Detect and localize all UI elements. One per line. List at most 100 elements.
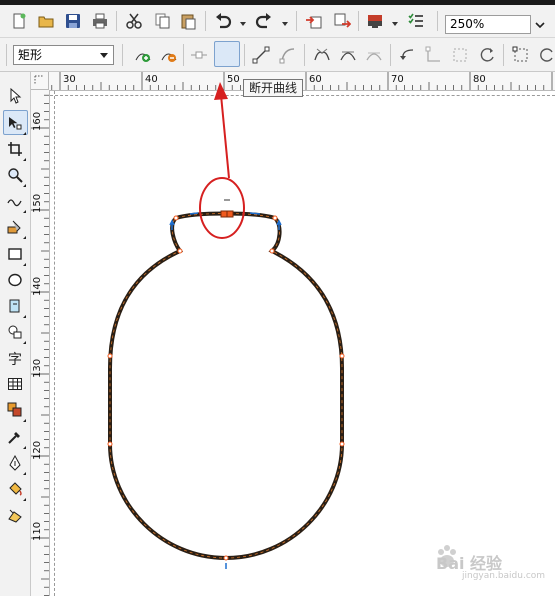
ruler-label: 70 [391,74,404,85]
break-curve-button-highlight [214,41,240,67]
flyout-indicator [23,472,26,475]
interactive-tool-icon[interactable] [5,400,25,420]
ruler-label: 80 [473,74,486,85]
separator [437,11,438,31]
separator [183,44,184,66]
options-icon[interactable] [405,10,427,32]
ruler-origin-corner[interactable] [31,72,49,90]
text-tool-icon[interactable]: 字 [5,348,25,368]
flyout-indicator [23,158,26,161]
redo-dropdown-arrow[interactable] [282,22,288,26]
ruler-label: 120 [32,440,43,460]
eyedropper-icon[interactable] [5,427,25,447]
delete-node-icon[interactable] [158,44,180,66]
interactive-fill-icon[interactable] [5,505,25,525]
flyout-indicator [23,132,26,135]
save-icon[interactable] [62,10,84,32]
flyout-indicator [23,315,26,318]
to-line-icon[interactable] [250,44,272,66]
page-border-left [54,91,55,596]
open-icon[interactable] [35,10,57,32]
chevron-down-icon [100,53,108,58]
undo-icon[interactable] [212,10,234,32]
auto-close-icon[interactable] [476,44,498,66]
zoom-level-value: 250% [450,17,485,31]
zoom-level-combo[interactable]: 250% [445,15,531,34]
shape-type-value: 矩形 [18,48,43,62]
add-node-icon[interactable] [132,44,154,66]
ruler-label: 30 [63,74,76,85]
standard-toolbar: 250% [0,5,555,38]
grip-handle[interactable] [6,44,7,66]
copy-icon[interactable] [151,10,173,32]
cut-icon[interactable] [123,10,145,32]
pick-tool-icon[interactable] [5,86,25,106]
ruler-label: 150 [32,193,43,213]
shape-tool-icon[interactable] [5,113,25,133]
baidu-watermark-logo: Bai 经验 jingyan.baidu.com [418,538,545,590]
paste-icon[interactable] [177,10,199,32]
rectangle-tool-icon[interactable] [5,244,25,264]
crop-tool-icon[interactable] [5,139,25,159]
svg-text:字: 字 [8,352,22,366]
vertical-ruler[interactable]: 160 150 140 130 120 110 [31,90,50,596]
drawing-canvas[interactable] [50,91,555,596]
watermark-url: jingyan.baidu.com [462,571,546,581]
zoom-tool-icon[interactable] [5,165,25,185]
cusp-node-icon[interactable] [311,44,333,66]
break-curve-tooltip: 断开曲线 [243,79,304,97]
separator [503,44,504,66]
separator [116,11,117,31]
toolbox: 字 [0,72,31,596]
freehand-tool-icon[interactable] [5,191,25,211]
app-launcher-dropdown-arrow[interactable] [392,22,398,26]
ruler-label: 140 [32,276,43,296]
separator [358,11,359,31]
new-document-icon[interactable] [8,10,30,32]
app-launcher-icon[interactable] [364,10,386,32]
stretch-nodes-icon[interactable] [510,44,532,66]
separator [390,44,391,66]
flyout-indicator [23,419,26,422]
flyout-indicator [23,341,26,344]
print-icon[interactable] [89,10,111,32]
flyout-indicator [23,210,26,213]
ellipse-tool-icon[interactable] [5,270,25,290]
separator [244,44,245,66]
property-bar: 矩形 [0,38,555,72]
fill-tool-icon[interactable] [5,479,25,499]
ruler-label: 50 [227,74,240,85]
flyout-indicator [23,236,26,239]
basic-shapes-icon[interactable] [5,322,25,342]
chevron-down-icon[interactable] [531,15,549,34]
flyout-indicator [23,263,26,266]
rotate-nodes-icon[interactable] [536,44,555,66]
extend-curve-icon[interactable] [423,44,445,66]
extract-subpath-icon[interactable] [449,44,471,66]
separator [296,11,297,31]
join-nodes-icon[interactable] [188,44,210,66]
table-tool-icon[interactable] [5,374,25,394]
outline-pen-icon[interactable] [5,453,25,473]
import-icon[interactable] [303,10,325,32]
smooth-node-icon[interactable] [337,44,359,66]
ruler-label: 60 [309,74,322,85]
smart-fill-icon[interactable] [5,217,25,237]
flyout-indicator [23,446,26,449]
export-icon[interactable] [331,10,353,32]
symmetric-node-icon[interactable] [363,44,385,66]
ruler-label: 130 [32,358,43,378]
flyout-indicator [23,184,26,187]
shape-type-select[interactable]: 矩形 [13,45,114,65]
redo-icon[interactable] [253,10,275,32]
to-curve-icon[interactable] [277,44,299,66]
polygon-tool-icon[interactable] [5,296,25,316]
ruler-label: 40 [145,74,158,85]
separator [205,11,206,31]
ruler-label: 160 [32,111,43,131]
undo-dropdown-arrow[interactable] [240,22,246,26]
reverse-direction-icon[interactable] [397,44,419,66]
separator [304,44,305,66]
flyout-indicator [23,498,26,501]
ruler-label: 110 [32,521,43,541]
